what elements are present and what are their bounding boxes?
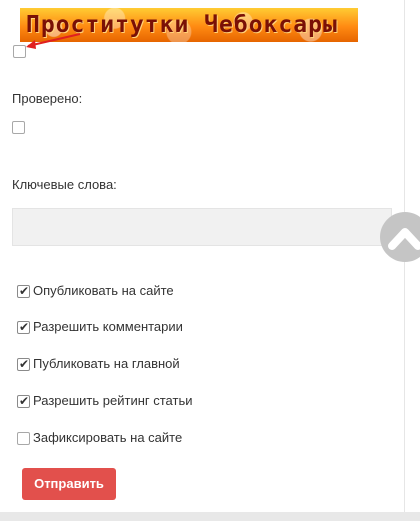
keywords-label: Ключевые слова: — [12, 177, 117, 192]
allow-comments-checkbox[interactable]: ✔ — [17, 320, 30, 334]
option-label: Опубликовать на сайте — [33, 283, 174, 298]
submit-button[interactable]: Отправить — [22, 468, 116, 500]
arrow-pointer-icon — [26, 33, 81, 49]
form-panel: Проститутки Чебоксары Проверено: Ключевы… — [0, 0, 405, 512]
option-label: Публиковать на главной — [33, 356, 180, 371]
footer-bar — [0, 512, 420, 521]
option-label: Разрешить комментарии — [33, 319, 183, 334]
checked-label: Проверено: — [12, 91, 83, 106]
pin-site-checkbox[interactable] — [17, 432, 30, 445]
check-mark-icon: ✔ — [19, 284, 30, 298]
check-mark-icon: ✔ — [19, 394, 30, 408]
top-checkbox[interactable] — [13, 45, 26, 58]
checked-checkbox[interactable] — [12, 121, 25, 134]
check-mark-icon: ✔ — [19, 357, 30, 371]
allow-rating-checkbox[interactable]: ✔ — [17, 394, 30, 408]
check-mark-icon: ✔ — [19, 320, 30, 334]
option-label: Разрешить рейтинг статьи — [33, 393, 193, 408]
keywords-input[interactable] — [12, 208, 392, 246]
publish-site-checkbox[interactable]: ✔ — [17, 284, 30, 298]
chevron-up-icon — [388, 228, 420, 250]
option-label: Зафиксировать на сайте — [33, 430, 183, 445]
publish-main-checkbox[interactable]: ✔ — [17, 357, 30, 371]
